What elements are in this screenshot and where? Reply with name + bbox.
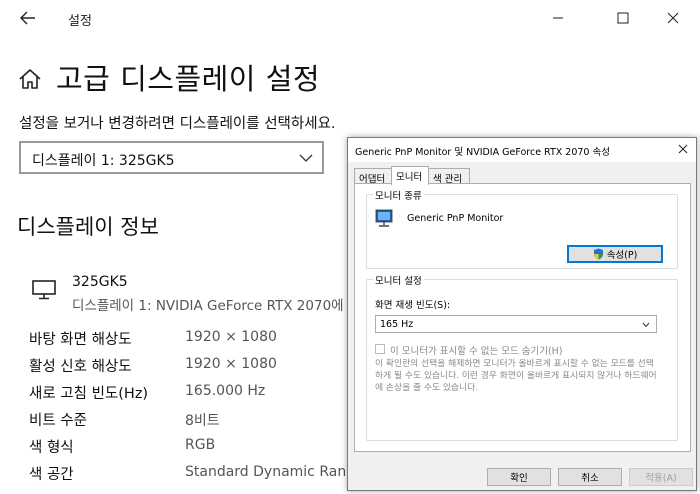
minimize-button[interactable] <box>535 4 581 32</box>
close-icon <box>678 144 688 154</box>
minimize-icon <box>553 17 563 19</box>
chevron-down-icon <box>642 322 650 328</box>
section-title-display-info: 디스플레이 정보 <box>17 215 159 239</box>
display-description: 디스플레이 1: NVIDIA GeForce RTX 2070에 <box>72 298 344 314</box>
tab-monitor[interactable]: 모니터 <box>391 166 429 185</box>
tab-adapter[interactable]: 어댑터 <box>354 168 392 185</box>
display-select-dropdown[interactable]: 디스플레이 1: 325GK5 <box>19 141 324 174</box>
shield-icon <box>593 248 603 260</box>
close-icon <box>667 12 679 24</box>
monitor-icon <box>32 280 56 300</box>
display-select-value: 디스플레이 1: 325GK5 <box>32 153 175 169</box>
info-label-active-signal-resolution: 활성 신호 해상도 <box>29 359 132 375</box>
monitor-settings-group: 모니터 설정 화면 재생 빈도(S): 165 Hz 이 모니터가 표시할 수 … <box>366 273 678 441</box>
info-label-bit-depth: 비트 수준 <box>29 413 87 429</box>
window-title: 설정 <box>68 14 92 29</box>
monitor-settings-legend: 모니터 설정 <box>373 273 424 287</box>
info-value-refresh-rate: 165.000 Hz <box>185 383 266 399</box>
refresh-rate-value: 165 Hz <box>380 319 414 330</box>
hide-modes-label: 이 모니터가 표시할 수 없는 모드 숨기기(H) <box>390 346 563 357</box>
monitor-icon <box>375 209 393 227</box>
tab-color-management[interactable]: 색 관리 <box>428 168 470 185</box>
back-button[interactable] <box>14 6 42 30</box>
page-subtitle: 설정을 보거나 변경하려면 디스플레이를 선택하세요. <box>19 116 336 132</box>
refresh-rate-label: 화면 재생 빈도(S): <box>375 300 451 311</box>
hide-modes-checkbox[interactable] <box>375 344 385 354</box>
hide-modes-warning: 이 확인란의 선택을 해제하면 모니터가 올바르게 표시할 수 없는 모드를 선… <box>375 359 657 393</box>
info-value-color-space: Standard Dynamic Rang <box>185 464 356 480</box>
info-label-color-space: 색 공간 <box>29 467 74 483</box>
info-value-active-signal-resolution: 1920 × 1080 <box>185 356 277 372</box>
monitor-type-legend: 모니터 종류 <box>373 188 424 202</box>
dialog-close-button[interactable] <box>676 142 690 156</box>
refresh-rate-select[interactable]: 165 Hz <box>375 315 657 333</box>
maximize-button[interactable] <box>600 4 646 32</box>
title-bar: 설정 <box>0 0 700 36</box>
close-button[interactable] <box>650 4 696 32</box>
ok-button[interactable]: 확인 <box>487 468 551 486</box>
info-value-color-format: RGB <box>185 437 216 453</box>
back-arrow-icon <box>20 11 35 25</box>
info-label-color-format: 색 형식 <box>29 440 74 456</box>
info-label-desktop-resolution: 바탕 화면 해상도 <box>29 332 132 348</box>
info-value-desktop-resolution: 1920 × 1080 <box>185 329 277 345</box>
dialog-title: Generic PnP Monitor 및 NVIDIA GeForce RTX… <box>355 147 610 158</box>
apply-button[interactable]: 적용(A) <box>629 468 693 486</box>
dialog-title-bar: Generic PnP Monitor 및 NVIDIA GeForce RTX… <box>348 138 696 162</box>
display-name: 325GK5 <box>72 274 128 290</box>
monitor-properties-button[interactable]: 속성(P) <box>567 245 663 263</box>
monitor-type-group: 모니터 종류 Generic PnP Monitor 속성(P) <box>366 188 678 269</box>
chevron-down-icon <box>299 154 313 162</box>
maximize-icon <box>617 12 629 24</box>
page-title: 고급 디스플레이 설정 <box>56 62 321 96</box>
home-icon <box>19 69 41 89</box>
monitor-type-name: Generic PnP Monitor <box>407 213 504 224</box>
properties-button-label: 속성(P) <box>606 250 638 261</box>
cancel-button[interactable]: 취소 <box>558 468 622 486</box>
monitor-tab-panel: 모니터 종류 Generic PnP Monitor 속성(P) 모니터 설정 … <box>354 183 691 452</box>
monitor-properties-dialog: Generic PnP Monitor 및 NVIDIA GeForce RTX… <box>347 137 697 491</box>
info-value-bit-depth: 8비트 <box>185 413 220 429</box>
info-label-refresh-rate: 새로 고침 빈도(Hz) <box>29 386 149 402</box>
